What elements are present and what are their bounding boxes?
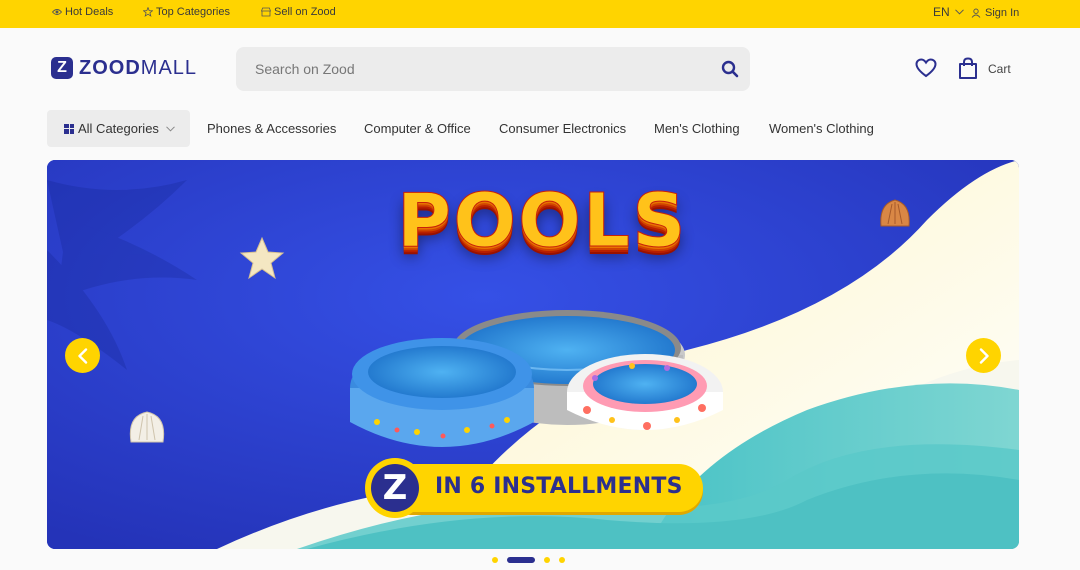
sell-on-zood-link[interactable]: Sell on Zood	[261, 0, 336, 24]
eye-icon	[52, 9, 62, 15]
arrow-left-icon	[77, 347, 87, 364]
carousel-prev-button[interactable]	[65, 338, 100, 373]
nav-item-computer[interactable]: Computer & Office	[364, 121, 471, 136]
all-categories-label: All Categories	[78, 121, 159, 136]
zood-badge-icon: Z	[365, 458, 425, 518]
hot-deals-link[interactable]: Hot Deals	[52, 0, 113, 24]
hot-deals-label: Hot Deals	[65, 6, 114, 18]
language-selector[interactable]: EN	[933, 0, 964, 24]
sell-on-zood-label: Sell on Zood	[274, 6, 336, 18]
installments-text: IN 6 INSTALLMENTS	[435, 474, 683, 499]
search-icon[interactable]	[720, 59, 740, 79]
shopping-bag-icon	[959, 57, 977, 79]
carousel-pagination	[492, 556, 574, 564]
inflatable-pool-right	[567, 354, 723, 430]
arrow-right-icon	[979, 347, 989, 364]
wishlist-button[interactable]	[915, 58, 937, 78]
cart-button[interactable]: Cart	[958, 57, 1011, 80]
sign-in-link[interactable]: Sign In	[971, 1, 1019, 25]
zoodmall-logo[interactable]: Z ZOODMALL	[51, 56, 197, 80]
cart-label: Cart	[988, 61, 1011, 76]
top-categories-link[interactable]: Top Categories	[143, 0, 230, 24]
top-bar: Hot Deals Top Categories Sell on Zood EN…	[0, 0, 1080, 28]
nav-item-womens-clothing[interactable]: Women's Clothing	[769, 121, 874, 136]
user-icon	[971, 8, 981, 18]
logo-wordmark: ZOODMALL	[79, 56, 198, 79]
chevron-down-icon	[954, 9, 964, 15]
chevron-down-icon	[166, 125, 175, 132]
inflatable-pool-left	[350, 338, 534, 447]
header: Z ZOODMALL Search on Zood Cart	[0, 28, 1080, 110]
carousel-dot[interactable]	[544, 557, 550, 563]
heart-icon	[915, 58, 937, 78]
zood-logo-icon: Z	[51, 57, 73, 79]
grid-icon	[64, 123, 74, 134]
carousel-dot[interactable]	[492, 557, 498, 563]
search-input[interactable]: Search on Zood	[255, 61, 720, 77]
banner-headline: POOLS	[397, 178, 688, 265]
nav-item-electronics[interactable]: Consumer Electronics	[499, 121, 626, 136]
language-label: EN	[933, 5, 950, 19]
sign-in-label: Sign In	[985, 7, 1020, 19]
nav-item-phones[interactable]: Phones & Accessories	[207, 121, 336, 136]
star-icon	[143, 7, 153, 17]
category-nav: All Categories Phones & Accessories Comp…	[0, 110, 1080, 148]
top-categories-label: Top Categories	[156, 6, 230, 18]
all-categories-button[interactable]: All Categories	[47, 110, 190, 147]
shop-icon	[261, 7, 271, 17]
hero-banner[interactable]: POOLS Z IN 6 INSTALLMENTS	[47, 160, 1019, 549]
search-bar: Search on Zood	[236, 47, 750, 91]
nav-item-mens-clothing[interactable]: Men's Clothing	[654, 121, 740, 136]
installments-badge: Z IN 6 INSTALLMENTS	[365, 458, 703, 518]
carousel-dot[interactable]	[559, 557, 565, 563]
carousel-next-button[interactable]	[966, 338, 1001, 373]
carousel-dot-active[interactable]	[507, 557, 535, 563]
